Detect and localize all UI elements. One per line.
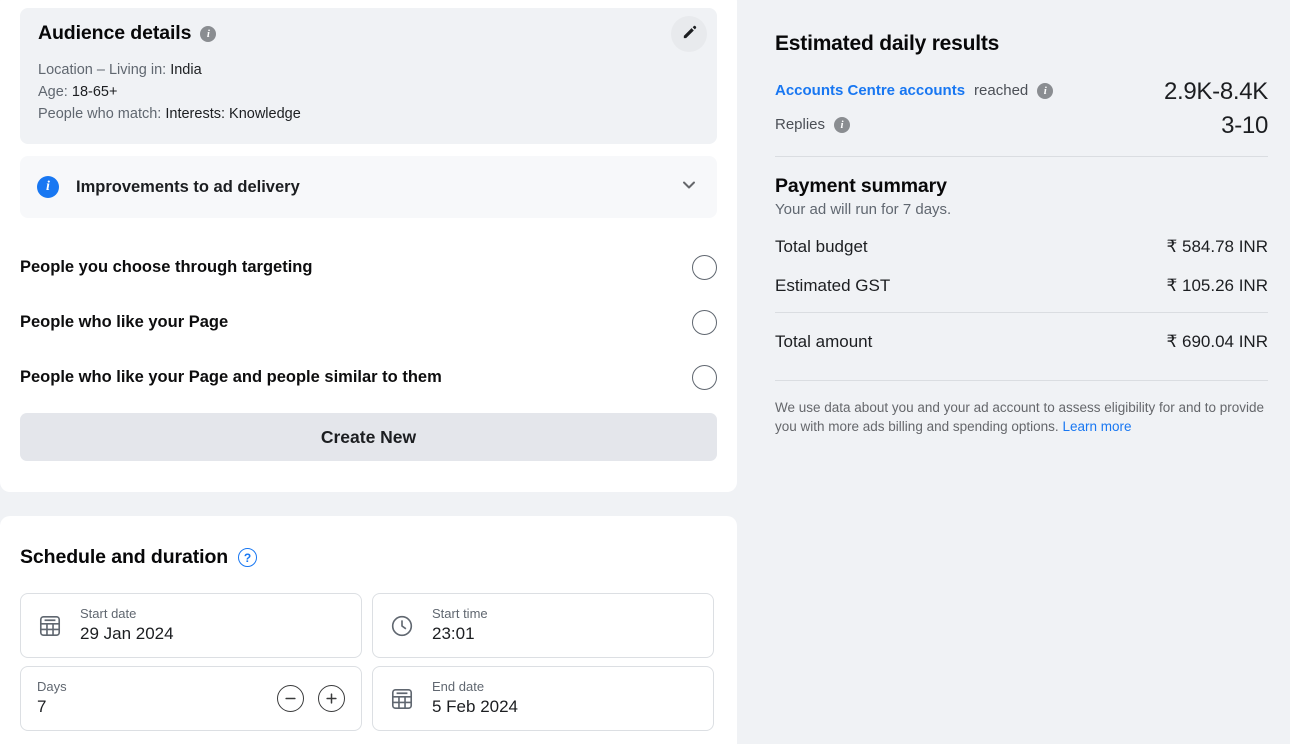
calendar-icon [37, 613, 63, 639]
chevron-down-icon[interactable] [679, 175, 699, 200]
result-row-replies: Replies i 3-10 [775, 112, 1268, 140]
field-label: Days [37, 678, 277, 695]
option-row-targeting[interactable]: People you choose through targeting [20, 248, 717, 286]
option-label: People who like your Page and people sim… [20, 368, 442, 387]
audience-options-list: People you choose through targeting Peop… [0, 248, 737, 396]
payment-summary-title: Payment summary [775, 175, 1268, 198]
info-icon[interactable]: i [834, 117, 850, 133]
result-value: 2.9K-8.4K [1164, 78, 1268, 106]
schedule-title-row: Schedule and duration ? [0, 516, 737, 569]
days-field[interactable]: Days 7 [20, 666, 362, 731]
payment-label: Estimated GST [775, 276, 890, 296]
payment-amount: ₹ 690.04 INR [1166, 332, 1268, 352]
audience-detail-lines: Location – Living in: India Age: 18-65+ … [38, 60, 699, 125]
info-filled-icon: i [37, 176, 59, 198]
payment-row-estimated-gst: Estimated GST ₹ 105.26 INR [775, 276, 1268, 296]
audience-line-label: Location – Living in: [38, 62, 166, 78]
divider [775, 380, 1268, 381]
field-label: Start time [432, 605, 697, 622]
pencil-icon [681, 24, 698, 44]
disclaimer-text: We use data about you and your ad accoun… [775, 400, 1264, 434]
billing-disclaimer: We use data about you and your ad accoun… [775, 398, 1268, 436]
estimated-daily-results-title: Estimated daily results [775, 32, 1268, 56]
audience-line-value: India [170, 62, 201, 78]
option-label: People who like your Page [20, 313, 228, 332]
payment-summary-subtitle: Your ad will run for 7 days. [775, 201, 1268, 218]
audience-title: Audience details [38, 22, 191, 45]
accounts-centre-link[interactable]: Accounts Centre accounts [775, 82, 965, 99]
info-icon[interactable]: i [1037, 83, 1053, 99]
question-mark-icon[interactable]: ? [238, 548, 257, 567]
audience-details-panel: Audience details i Location – Living in:… [20, 8, 717, 144]
option-label: People you choose through targeting [20, 258, 312, 277]
payment-label: Total budget [775, 237, 868, 257]
list-item: Location – Living in: India [38, 60, 699, 81]
payment-amount: ₹ 584.78 INR [1166, 237, 1268, 257]
payment-row-total-amount: Total amount ₹ 690.04 INR [775, 332, 1268, 352]
radio-button[interactable] [692, 310, 717, 335]
audience-title-row: Audience details i [38, 22, 699, 45]
result-row-accounts-reached: Accounts Centre accounts reached i 2.9K-… [775, 78, 1268, 106]
field-value: 5 Feb 2024 [432, 695, 697, 719]
audience-line-value: 18-65+ [72, 84, 118, 100]
schedule-fields: Start date 29 Jan 2024 Start time 23:01 [0, 569, 737, 731]
days-value: 7 [37, 695, 277, 719]
option-row-page-likers[interactable]: People who like your Page [20, 303, 717, 341]
edit-audience-button[interactable] [671, 16, 707, 52]
create-new-button[interactable]: Create New [20, 413, 717, 461]
payment-label: Total amount [775, 332, 872, 352]
minus-circle-icon[interactable] [277, 685, 304, 712]
payment-amount: ₹ 105.26 INR [1166, 276, 1268, 296]
field-label: Start date [80, 605, 345, 622]
radio-button[interactable] [692, 255, 717, 280]
schedule-card: Schedule and duration ? [0, 516, 737, 744]
schedule-title: Schedule and duration [20, 546, 228, 569]
ad-creation-screen: Audience details i Location – Living in:… [0, 0, 1290, 744]
field-value: 23:01 [432, 622, 697, 646]
improvements-to-ad-delivery-row[interactable]: i Improvements to ad delivery [20, 156, 717, 218]
audience-line-value: Interests: Knowledge [165, 106, 300, 122]
improvements-label: Improvements to ad delivery [76, 178, 679, 197]
audience-line-label: Age: [38, 84, 68, 100]
calendar-icon [389, 686, 415, 712]
estimated-results-list: Accounts Centre accounts reached i 2.9K-… [775, 78, 1268, 140]
field-value: 29 Jan 2024 [80, 622, 345, 646]
audience-card: Audience details i Location – Living in:… [0, 0, 737, 492]
audience-line-label: People who match: [38, 106, 161, 122]
radio-button[interactable] [692, 365, 717, 390]
start-time-field[interactable]: Start time 23:01 [372, 593, 714, 658]
payment-row-total-budget: Total budget ₹ 584.78 INR [775, 237, 1268, 257]
replies-label: Replies [775, 116, 825, 133]
end-date-field[interactable]: End date 5 Feb 2024 [372, 666, 714, 731]
divider [775, 156, 1268, 157]
result-value: 3-10 [1221, 112, 1268, 140]
divider [775, 312, 1268, 313]
days-stepper [277, 685, 345, 712]
field-label: End date [432, 678, 697, 695]
info-icon[interactable]: i [200, 26, 216, 42]
list-item: People who match: Interests: Knowledge [38, 104, 699, 125]
list-item: Age: 18-65+ [38, 82, 699, 103]
result-label-suffix: reached [974, 82, 1028, 99]
plus-circle-icon[interactable] [318, 685, 345, 712]
clock-icon [389, 613, 415, 639]
summary-panel: Estimated daily results Accounts Centre … [737, 0, 1290, 744]
start-date-field[interactable]: Start date 29 Jan 2024 [20, 593, 362, 658]
learn-more-link[interactable]: Learn more [1062, 419, 1131, 434]
left-column: Audience details i Location – Living in:… [0, 0, 737, 744]
option-row-page-likers-similar[interactable]: People who like your Page and people sim… [20, 358, 717, 396]
